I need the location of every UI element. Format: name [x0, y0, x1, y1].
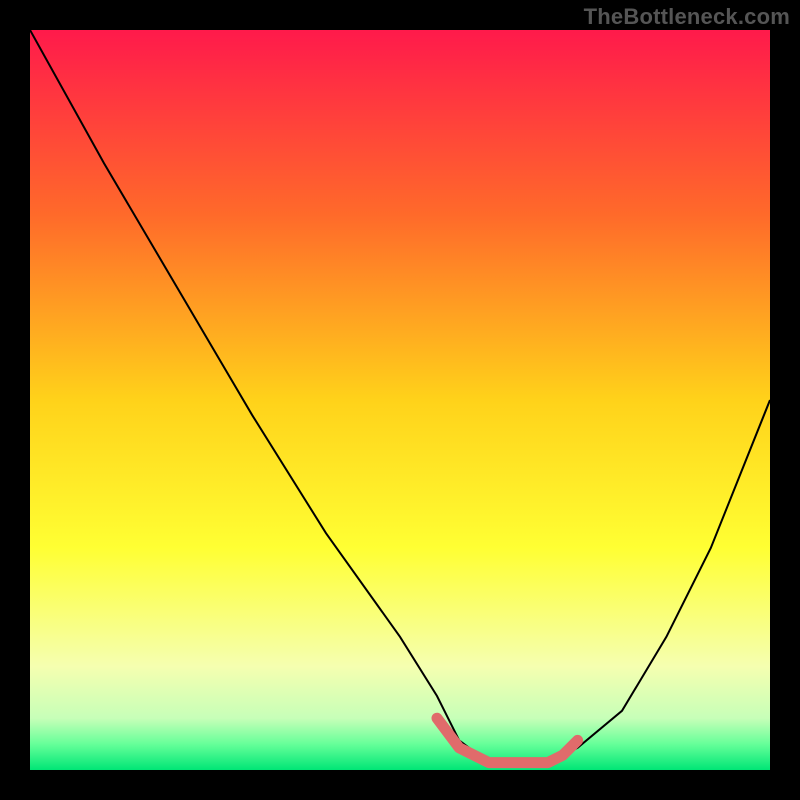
watermark-text: TheBottleneck.com [584, 4, 790, 30]
gradient-background [30, 30, 770, 770]
chart-container: TheBottleneck.com [0, 0, 800, 800]
plot-frame [30, 30, 770, 770]
plot-svg [30, 30, 770, 770]
